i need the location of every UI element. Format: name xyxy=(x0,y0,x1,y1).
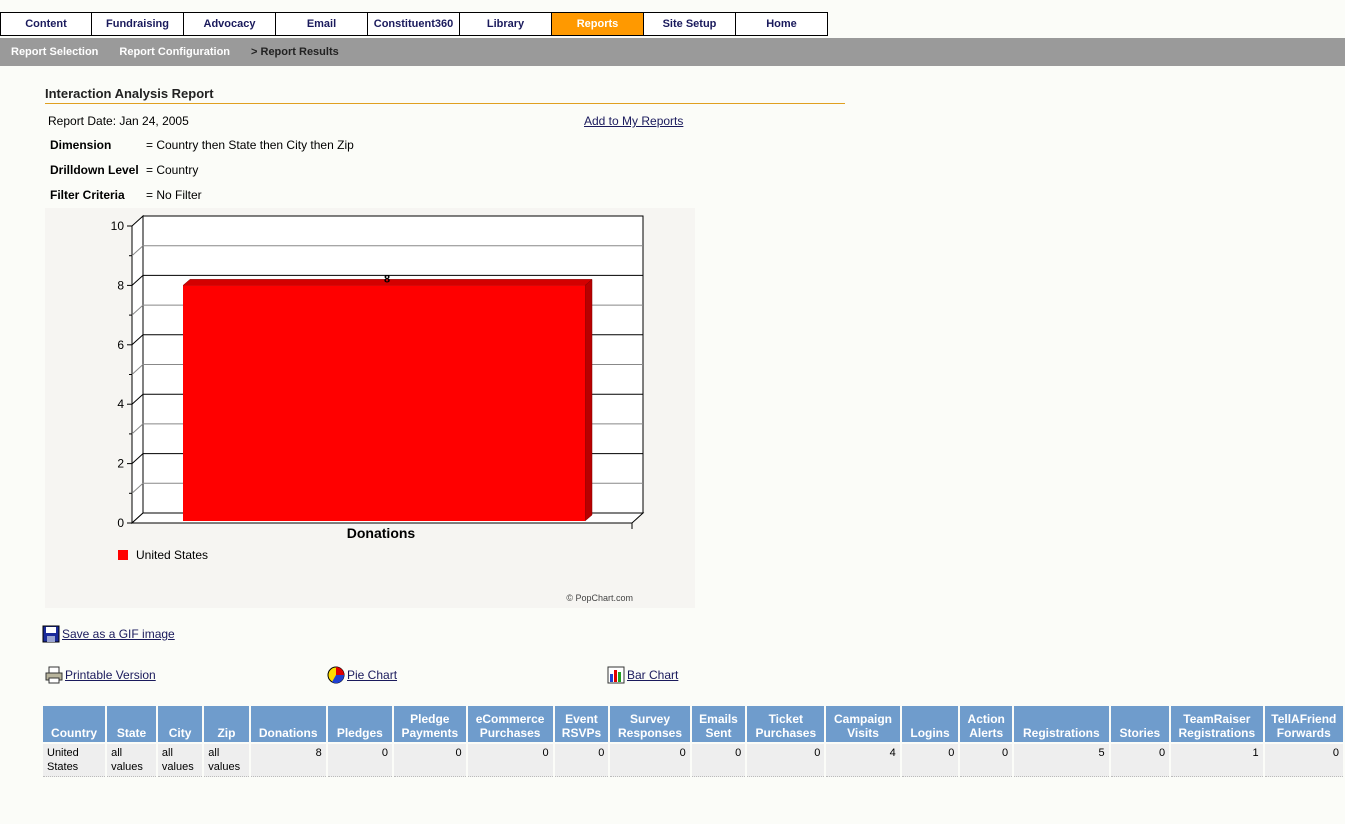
column-header-tellafriend-forwards[interactable]: TellAFriend Forwards xyxy=(1264,706,1343,742)
table-header-row: Country State City Zip Donations Pledges Pledg… xyxy=(43,706,1343,742)
column-header-ticket-purchases[interactable]: Ticket Purchases xyxy=(747,706,825,742)
y-tick-label: 2 xyxy=(117,457,124,471)
column-header-ecommerce-purchases[interactable]: eCommerce Purchases xyxy=(467,706,553,742)
dimension-value: = Country then State then City then Zip xyxy=(146,138,354,152)
column-header-emails-sent[interactable]: Emails Sent xyxy=(691,706,746,742)
bar-side-face xyxy=(584,278,593,522)
bar-chart-icon xyxy=(607,666,625,684)
y-tick-label: 8 xyxy=(117,278,124,292)
tab-library[interactable]: Library xyxy=(460,12,552,36)
table-cell: 0 xyxy=(1264,744,1343,777)
tab-constituent360[interactable]: Constituent360 xyxy=(368,12,460,36)
tab-site-setup[interactable]: Site Setup xyxy=(644,12,736,36)
drilldown-value: = Country xyxy=(146,163,199,177)
add-to-my-reports-link[interactable]: Add to My Reports xyxy=(584,114,683,128)
table-cell: 0 xyxy=(327,744,393,777)
table-cell: 0 xyxy=(554,744,609,777)
main-tab-bar: Content Fundraising Advocacy Email Const… xyxy=(0,12,828,38)
column-header-country[interactable]: Country xyxy=(43,706,106,742)
bar-data-label: 8 xyxy=(384,273,390,285)
floppy-disk-icon xyxy=(42,625,60,643)
filter-label: Filter Criteria xyxy=(50,188,125,202)
table-cell: 0 xyxy=(901,744,959,777)
dimension-row: Dimension = Country then State then City … xyxy=(50,138,354,152)
table-cell: United States xyxy=(43,744,106,777)
tab-reports[interactable]: Reports xyxy=(552,12,644,36)
chart-credit: © PopChart.com xyxy=(566,593,633,603)
bar-chart: 0 2 4 6 8 10 8 Donations United States © PopChart… xyxy=(45,208,695,608)
bar-chart-link[interactable]: Bar Chart xyxy=(627,668,678,682)
tab-advocacy[interactable]: Advocacy xyxy=(184,12,276,36)
table-cell: 0 xyxy=(1110,744,1170,777)
printer-icon xyxy=(45,666,63,684)
column-header-pledges[interactable]: Pledges xyxy=(327,706,393,742)
y-tick-label: 0 xyxy=(117,516,124,530)
table-cell: 0 xyxy=(394,744,466,777)
y-tick-label: 6 xyxy=(117,338,124,352)
subnav-report-results: > Report Results xyxy=(251,46,339,58)
table-cell: 0 xyxy=(610,744,690,777)
table-cell: 5 xyxy=(1014,744,1109,777)
bar-chart-row: Bar Chart xyxy=(607,666,678,684)
sub-navigation: Report Selection Report Configuration > … xyxy=(0,38,1345,66)
table-cell: 0 xyxy=(747,744,825,777)
y-tick-label: 10 xyxy=(111,219,125,233)
save-as-gif-link[interactable]: Save as a GIF image xyxy=(62,627,175,641)
subnav-report-selection[interactable]: Report Selection xyxy=(11,46,98,58)
dimension-label: Dimension xyxy=(50,138,112,152)
table-cell: 0 xyxy=(960,744,1013,777)
column-header-teamraiser-registrations[interactable]: TeamRaiser Registrations xyxy=(1171,706,1263,742)
filter-row: Filter Criteria = No Filter xyxy=(50,188,202,202)
drilldown-row: Drilldown Level = Country xyxy=(50,163,198,177)
table-cell: all values xyxy=(157,744,203,777)
column-header-action-alerts[interactable]: Action Alerts xyxy=(960,706,1013,742)
x-category-label: Donations xyxy=(347,525,416,541)
legend-label: United States xyxy=(136,548,208,562)
column-header-campaign-visits[interactable]: Campaign Visits xyxy=(826,706,900,742)
column-header-pledge-payments[interactable]: Pledge Payments xyxy=(394,706,466,742)
column-header-donations[interactable]: Donations xyxy=(250,706,326,742)
bar-donations-united-states xyxy=(183,285,585,521)
column-header-logins[interactable]: Logins xyxy=(901,706,959,742)
page-title: Interaction Analysis Report xyxy=(45,86,845,104)
table-cell: 4 xyxy=(826,744,900,777)
column-header-zip[interactable]: Zip xyxy=(204,706,249,742)
results-table: Country State City Zip Donations Pledges Pledg… xyxy=(41,704,1345,779)
column-header-registrations[interactable]: Registrations xyxy=(1014,706,1109,742)
column-header-city[interactable]: City xyxy=(157,706,203,742)
filter-value: = No Filter xyxy=(146,188,202,202)
table-cell: all values xyxy=(204,744,249,777)
bar-chart-svg: 0 2 4 6 8 10 8 Donations United States © PopChart… xyxy=(111,214,645,603)
table-cell: 0 xyxy=(467,744,553,777)
report-date: Report Date: Jan 24, 2005 xyxy=(48,114,189,128)
tab-fundraising[interactable]: Fundraising xyxy=(92,12,184,36)
tab-home[interactable]: Home xyxy=(736,12,828,36)
pie-chart-link[interactable]: Pie Chart xyxy=(347,668,397,682)
tab-email[interactable]: Email xyxy=(276,12,368,36)
legend-swatch xyxy=(118,550,128,560)
pie-chart-icon xyxy=(327,666,345,684)
pie-chart-row: Pie Chart xyxy=(327,666,397,684)
printable-row: Printable Version xyxy=(45,666,156,684)
table-cell: all values xyxy=(107,744,156,777)
tab-content[interactable]: Content xyxy=(0,12,92,36)
table-row: United States all values all values all val… xyxy=(43,744,1343,777)
column-header-state[interactable]: State xyxy=(107,706,156,742)
subnav-report-configuration[interactable]: Report Configuration xyxy=(119,46,230,58)
table-cell: 0 xyxy=(691,744,746,777)
table-cell: 1 xyxy=(1171,744,1263,777)
y-tick-label: 4 xyxy=(117,397,124,411)
printable-version-link[interactable]: Printable Version xyxy=(65,668,156,682)
table-cell: 8 xyxy=(250,744,326,777)
column-header-stories[interactable]: Stories xyxy=(1110,706,1170,742)
drilldown-label: Drilldown Level xyxy=(50,163,139,177)
column-header-event-rsvps[interactable]: Event RSVPs xyxy=(554,706,609,742)
save-gif-row: Save as a GIF image xyxy=(42,625,175,643)
column-header-survey-responses[interactable]: Survey Responses xyxy=(610,706,690,742)
